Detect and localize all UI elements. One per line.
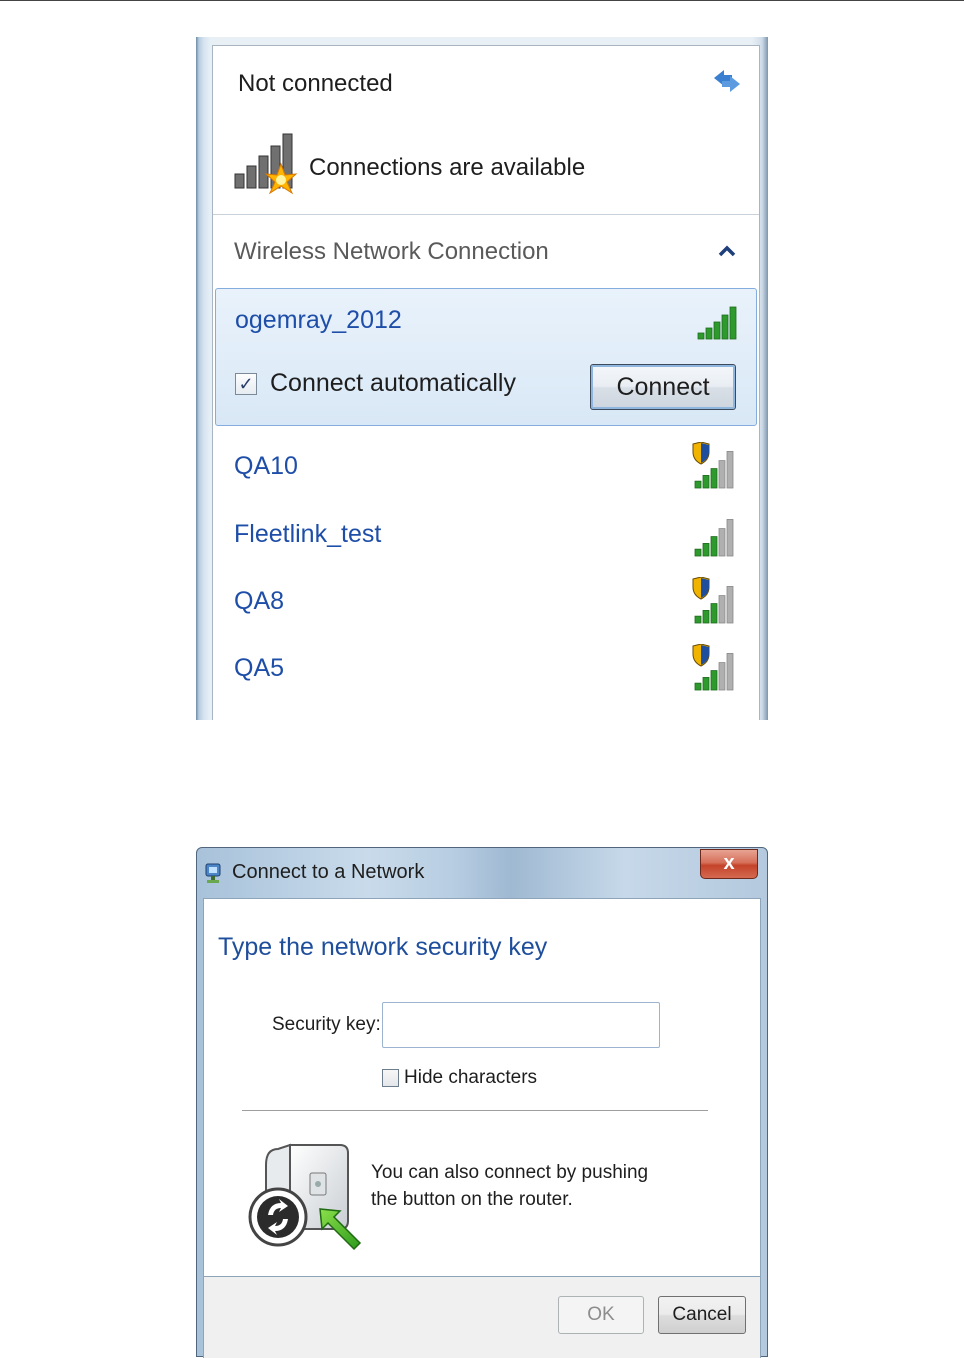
signal-bar	[694, 615, 702, 624]
signal-bar	[713, 321, 721, 340]
signal-bar	[694, 548, 702, 557]
signal-strength-icon	[694, 519, 734, 557]
network-ssid: QA8	[234, 587, 285, 615]
signal-bar	[702, 475, 710, 489]
network-flyout: Not connected Connections are available …	[196, 37, 768, 720]
security-key-label: Security key:	[272, 1014, 381, 1035]
signal-bar	[721, 314, 729, 340]
connect-automatically-checkbox[interactable]: ✓	[235, 373, 257, 395]
connection-status: Not connected	[238, 70, 393, 97]
signal-strength-icon	[697, 306, 737, 340]
network-ssid: QA10	[234, 452, 298, 480]
divider	[242, 1110, 708, 1111]
signal-bar	[718, 662, 726, 691]
chevron-up-icon[interactable]	[718, 245, 736, 257]
network-item[interactable]: QA10	[213, 438, 759, 504]
network-ssid: Fleetlink_test	[234, 520, 382, 548]
network-item[interactable]: QA8	[213, 573, 759, 639]
connect-automatically-label[interactable]: Connect automatically	[270, 369, 516, 398]
signal-bar	[694, 480, 702, 489]
signal-bar	[710, 468, 718, 489]
signal-bar	[710, 536, 718, 557]
wps-instruction-text: You can also connect by pushing the butt…	[371, 1162, 649, 1210]
network-item-selected[interactable]: ogemray_2012 ✓ Connect automatically Con…	[215, 288, 757, 426]
signal-bar	[702, 610, 710, 624]
page-top-rule	[0, 0, 964, 1]
signal-bar	[702, 543, 710, 557]
signal-bar	[726, 519, 734, 557]
signal-bar	[710, 603, 718, 624]
signal-bar	[726, 586, 734, 624]
hide-characters-label[interactable]: Hide characters	[404, 1067, 537, 1089]
security-shield-half	[701, 578, 709, 598]
signal-bar	[710, 670, 718, 691]
connect-dialog: Connect to a Network x Type the network …	[196, 847, 768, 1358]
cancel-button[interactable]: Cancel	[658, 1296, 746, 1334]
security-shield-half	[701, 645, 709, 665]
security-key-input[interactable]	[382, 1002, 660, 1048]
signal-bar	[718, 460, 726, 489]
signal-bar	[726, 451, 734, 489]
network-ssid: QA5	[234, 654, 285, 682]
dialog-body: Type the network security key Security k…	[203, 898, 761, 1277]
flyout-panel: Not connected Connections are available …	[212, 45, 760, 720]
dialog-title: Connect to a Network	[232, 861, 425, 883]
signal-bar	[694, 682, 702, 691]
signal-bar	[729, 306, 737, 340]
dialog-footer: OK Cancel	[203, 1277, 761, 1358]
section-title: Wireless Network Connection	[234, 238, 549, 265]
signal-bar	[697, 332, 705, 340]
network-item[interactable]: QA5	[213, 640, 759, 706]
network-ssid: ogemray_2012	[235, 306, 402, 334]
security-shield-half	[701, 443, 709, 463]
signal-bar	[718, 595, 726, 624]
availability-text: Connections are available	[309, 154, 586, 181]
connect-button-label: Connect	[616, 373, 710, 401]
secured-signal-icon	[692, 644, 734, 691]
availability-row: Connections are available	[233, 132, 733, 202]
network-available-icon	[234, 133, 298, 195]
close-button[interactable]: x	[700, 849, 758, 879]
dialog-heading: Type the network security key	[218, 933, 548, 961]
secured-signal-icon	[692, 577, 734, 624]
signal-bar	[702, 677, 710, 691]
router-wps-icon	[248, 1143, 362, 1251]
hide-characters-checkbox[interactable]	[382, 1069, 399, 1087]
refresh-icon[interactable]	[710, 64, 744, 98]
network-item[interactable]: Fleetlink_test	[213, 506, 759, 572]
section-header-wireless[interactable]: Wireless Network Connection	[213, 215, 759, 287]
connect-button[interactable]: Connect	[590, 364, 736, 410]
signal-bar	[705, 327, 713, 340]
signal-bar	[726, 653, 734, 691]
signal-bar	[718, 528, 726, 557]
secured-signal-icon	[692, 442, 734, 489]
network-wizard-icon	[205, 863, 221, 883]
ok-button[interactable]: OK	[558, 1296, 644, 1334]
